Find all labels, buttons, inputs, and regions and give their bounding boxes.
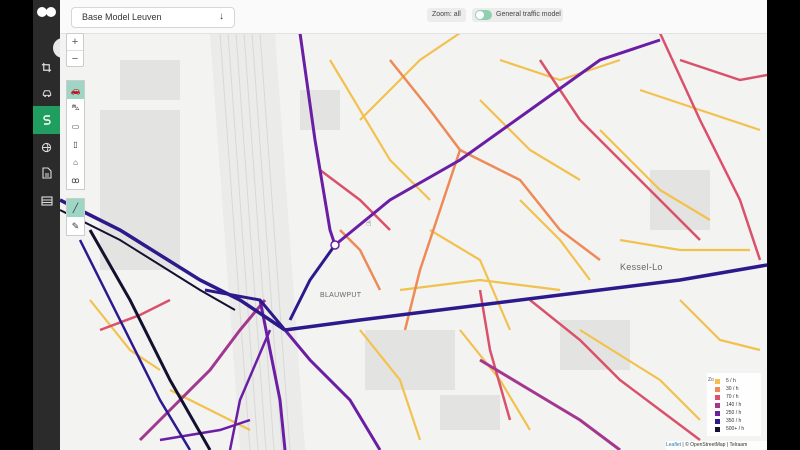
mode-car-outline-button[interactable]: ⛍: [67, 99, 84, 117]
mode-bicycle-button[interactable]: ꝏ: [67, 171, 84, 189]
model-select[interactable]: Base Model Leuven ↓: [71, 7, 235, 28]
sidebar-item-routes[interactable]: [33, 106, 60, 134]
legend-swatch: [715, 402, 720, 408]
app-logo-icon: [37, 7, 57, 19]
car-icon: 🚗: [70, 85, 81, 95]
zoom-out-button[interactable]: −: [67, 51, 83, 67]
mode-truck-button[interactable]: ▭: [67, 117, 84, 135]
right-rail: [767, 0, 800, 450]
mode-bus-button[interactable]: ▯: [67, 135, 84, 153]
sidebar-item-document[interactable]: [33, 160, 60, 186]
traffic-model-toggle-chip[interactable]: General traffic model: [472, 8, 563, 22]
zoom-level-chip[interactable]: Zoom: all: [427, 8, 466, 22]
legend-item: 140 / h: [715, 402, 741, 408]
document-icon: [41, 167, 52, 179]
sidebar-item-vehicle[interactable]: [33, 80, 60, 106]
transport-mode-bar: 🚗 ⛍ ▭ ▯ ⌂ ꝏ: [66, 80, 85, 190]
line-draw-icon: ╱: [72, 202, 79, 213]
zoom-in-button[interactable]: +: [67, 34, 83, 51]
leaflet-link[interactable]: Leaflet: [666, 442, 681, 448]
legend-swatch: [715, 426, 720, 432]
traffic-model-toggle[interactable]: [475, 10, 492, 20]
bicycle-icon: ꝏ: [71, 175, 80, 185]
crop-icon: [41, 62, 52, 72]
globe-icon: [41, 142, 52, 152]
left-rail: [0, 0, 33, 450]
sidebar: [33, 0, 67, 450]
legend-unit: Zo: [708, 377, 714, 383]
legend-item: 250 / h: [715, 410, 741, 416]
legend-swatch: [715, 386, 720, 392]
cursor-icon: ☝: [366, 219, 371, 229]
mode-car-button[interactable]: 🚗: [67, 81, 84, 99]
car-outline-icon: ⛍: [71, 103, 80, 112]
map-tools: ╱ ✎: [66, 198, 85, 236]
car-settings-icon: [42, 89, 51, 97]
pipette-icon: ✎: [71, 220, 80, 231]
legend-swatch: [715, 418, 720, 424]
legend-item: 500+ / h: [715, 426, 744, 432]
top-toolbar: Base Model Leuven ↓ Zoom: all General tr…: [60, 0, 767, 34]
flow-legend: Zo 5 / h 30 / h 70 / h 140 / h 250 / h 3…: [707, 373, 761, 436]
mode-house-button[interactable]: ⌂: [67, 153, 84, 171]
place-label-blauwput: BLAUWPUT: [320, 292, 362, 299]
traffic-model-label: General traffic model: [496, 11, 561, 18]
bus-icon: ▯: [73, 139, 78, 149]
place-label-kessel-lo: Kessel-Lo: [620, 262, 663, 272]
pipette-button[interactable]: ✎: [67, 217, 84, 235]
legend-item: 70 / h: [715, 394, 739, 400]
house-icon: ⌂: [73, 157, 78, 167]
legend-item: 30 / h: [715, 386, 739, 392]
draw-line-button[interactable]: ╱: [67, 199, 84, 217]
map-view[interactable]: ☝ Kessel-Lo BLAUWPUT Base Model Leuven ↓…: [60, 0, 767, 450]
sidebar-item-layers[interactable]: [33, 188, 60, 214]
truck-icon: ▭: [71, 121, 80, 131]
route-s-icon: [42, 114, 51, 125]
legend-swatch: [715, 394, 720, 400]
sidebar-item-crop[interactable]: [33, 54, 60, 80]
attribution-text: | © OpenStreetMap | Telraam: [682, 442, 748, 448]
legend-swatch: [715, 410, 720, 416]
arrow-down-icon: ↓: [219, 11, 224, 22]
map-attribution: Leaflet | © OpenStreetMap | Telraam: [666, 441, 767, 450]
legend-swatch: [715, 378, 720, 384]
legend-item: 5 / h: [715, 378, 736, 384]
map-canvas[interactable]: ☝: [60, 0, 767, 450]
model-select-value: Base Model Leuven: [82, 12, 162, 22]
zoom-control: + −: [66, 33, 84, 67]
roundabout-node[interactable]: [330, 240, 340, 250]
legend-item: 350 / h: [715, 418, 741, 424]
layers-icon: [40, 196, 53, 206]
sidebar-item-globe[interactable]: [33, 134, 60, 160]
